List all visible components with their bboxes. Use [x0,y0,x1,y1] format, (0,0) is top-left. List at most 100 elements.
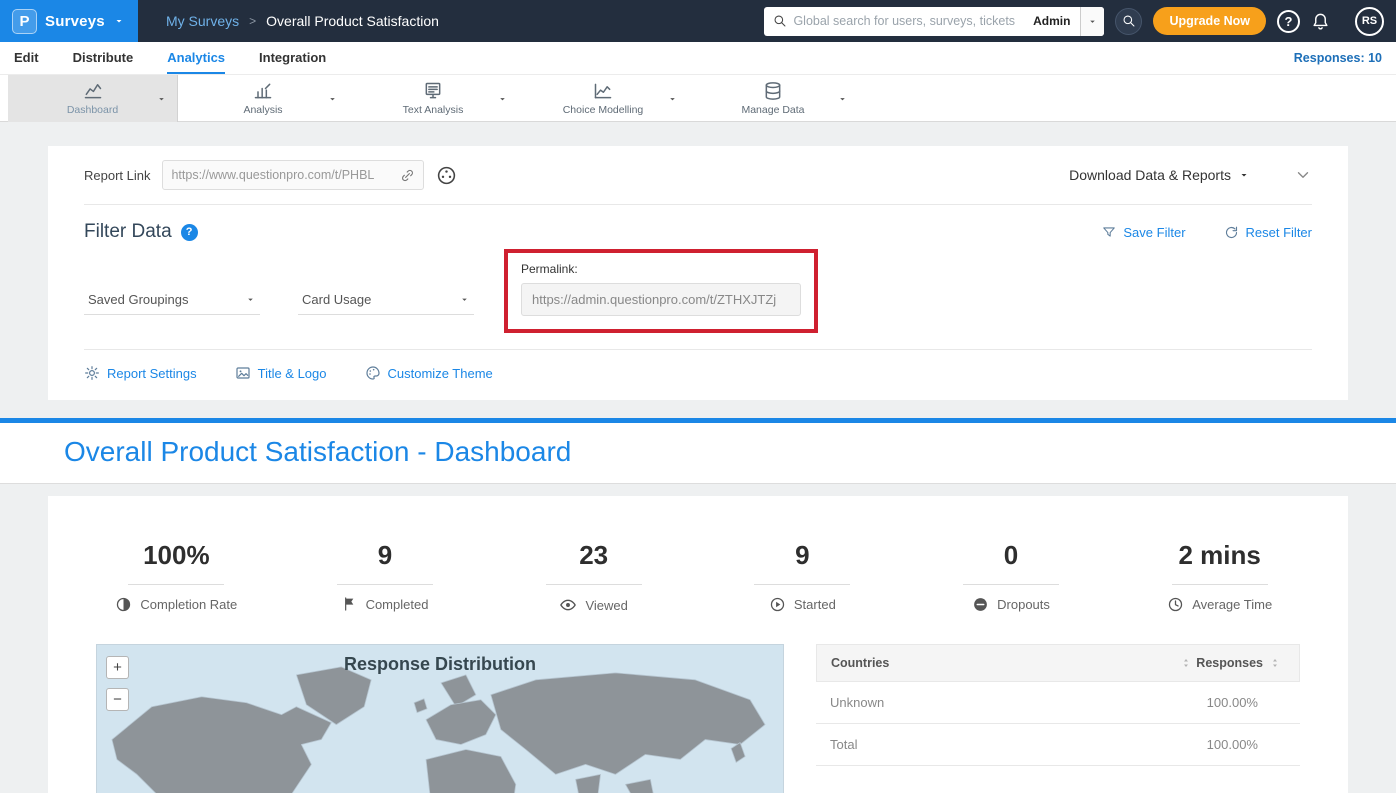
divider [1172,584,1268,585]
title-logo-link[interactable]: Title & Logo [235,365,327,381]
response-distribution-map[interactable]: + − Response Distribution [96,644,784,793]
toolbar-item-text-analysis[interactable]: Text Analysis [348,75,518,122]
stat-average-time: 2 mins Average Time [1115,540,1324,614]
funnel-icon [1102,225,1116,239]
divider [963,584,1059,585]
search-scope-label[interactable]: Admin [1023,7,1080,36]
palette-icon [365,365,381,381]
search-scope-dropdown[interactable] [1080,7,1104,36]
caret-down-icon [837,93,848,104]
saved-groupings-dropdown[interactable]: Saved Groupings [84,285,260,315]
play-circle-icon [769,596,786,613]
divider [546,584,642,585]
stat-dropouts: 0 Dropouts [907,540,1116,614]
help-button[interactable]: ? [1277,10,1300,33]
report-link-input[interactable] [171,168,394,182]
report-settings-link[interactable]: Report Settings [84,365,197,381]
toolbar-item-choice-modelling[interactable]: Choice Modelling [518,75,688,122]
countries-table: Countries Responses Unknown 100.00% Tota… [816,644,1300,766]
column-header-countries[interactable]: Countries [831,656,889,670]
caret-down-icon [1087,16,1098,27]
contrast-icon [115,596,132,613]
customize-theme-link[interactable]: Customize Theme [365,365,493,381]
global-search-input[interactable] [793,14,1023,28]
surveys-product-menu[interactable]: P Surveys [0,0,138,42]
caret-down-icon [156,93,167,104]
dashboard-title-band: Overall Product Satisfaction - Dashboard [0,418,1396,484]
eye-icon [559,596,577,614]
questionpro-logo: P [12,9,37,34]
choice-modelling-icon [592,81,614,101]
card-usage-dropdown[interactable]: Card Usage [298,285,474,315]
theme-wheel-icon[interactable] [436,165,457,186]
countries-table-header: Countries Responses [816,644,1300,682]
stat-started: 9 Started [698,540,907,614]
caret-down-icon [1238,169,1250,181]
map-zoom-in-button[interactable]: + [106,656,129,679]
database-icon [762,81,784,101]
divider [128,584,224,585]
product-label: Surveys [45,13,105,30]
analytics-toolbar: Dashboard Analysis Text Analysis Choice … [0,75,1396,122]
caret-down-icon [667,93,678,104]
filter-data-heading: Filter Data [84,221,172,243]
country-cell: Total [830,737,857,752]
save-filter-button[interactable]: Save Filter [1102,225,1185,240]
column-header-responses[interactable]: Responses [1196,656,1263,670]
tab-distribute[interactable]: Distribute [73,42,134,74]
page-title: Overall Product Satisfaction - Dashboard [64,436,1332,468]
caret-down-icon [245,294,256,305]
table-row: Unknown 100.00% [816,682,1300,724]
sort-icon [1269,657,1281,669]
toolbar-item-manage-data[interactable]: Manage Data [688,75,858,122]
filter-help-badge[interactable]: ? [181,224,198,241]
global-search: Admin [764,7,1104,36]
responses-count: Responses: 10 [1294,42,1382,74]
reset-filter-button[interactable]: Reset Filter [1224,225,1312,240]
breadcrumb-my-surveys[interactable]: My Surveys [166,13,239,29]
text-analysis-icon [422,81,444,101]
sort-icon [1180,657,1192,669]
collapse-panel-chevron[interactable] [1294,166,1312,184]
responses-cell: 100.00% [1207,737,1286,752]
stats-row: 100% Completion Rate 9 Completed 23 [72,540,1324,614]
toolbar-item-dashboard[interactable]: Dashboard [8,75,178,122]
toolbar-item-analysis[interactable]: Analysis [178,75,348,122]
map-title: Response Distribution [97,654,783,675]
top-navbar: P Surveys My Surveys > Overall Product S… [0,0,1396,42]
advanced-search-button[interactable] [1115,8,1142,35]
search-icon [773,14,787,28]
clock-icon [1167,596,1184,613]
line-chart-icon [82,81,104,101]
map-zoom-out-button[interactable]: − [106,688,129,711]
tab-edit[interactable]: Edit [14,42,39,74]
caret-down-icon [327,93,338,104]
responses-cell: 100.00% [1207,695,1286,710]
breadcrumb-current-survey: Overall Product Satisfaction [266,13,439,29]
link-icon[interactable] [400,168,415,183]
download-data-reports-menu[interactable]: Download Data & Reports [1069,167,1250,183]
permalink-highlight-box: Permalink: [504,249,818,333]
notifications-bell-icon[interactable] [1311,12,1330,31]
user-avatar[interactable]: RS [1355,7,1384,36]
report-link-field [162,160,424,190]
image-icon [235,365,251,381]
tab-integration[interactable]: Integration [259,42,326,74]
tab-analytics[interactable]: Analytics [167,42,225,74]
caret-down-icon [113,15,125,27]
permalink-input[interactable] [521,283,801,316]
upgrade-now-button[interactable]: Upgrade Now [1153,7,1266,35]
topbar-actions: Admin Upgrade Now ? RS [764,7,1396,36]
country-cell: Unknown [830,695,884,710]
breadcrumb-separator: > [249,14,256,28]
stat-viewed: 23 Viewed [489,540,698,614]
survey-section-tabs: Edit Distribute Analytics Integration Re… [0,42,1396,75]
divider [337,584,433,585]
table-row: Total 100.00% [816,724,1300,766]
report-link-label: Report Link [84,168,150,183]
map-zoom-controls: + − [106,656,129,711]
chevron-down-icon [1294,166,1312,184]
flag-icon [342,596,358,612]
minus-circle-icon [972,596,989,613]
breadcrumb: My Surveys > Overall Product Satisfactio… [166,13,439,29]
